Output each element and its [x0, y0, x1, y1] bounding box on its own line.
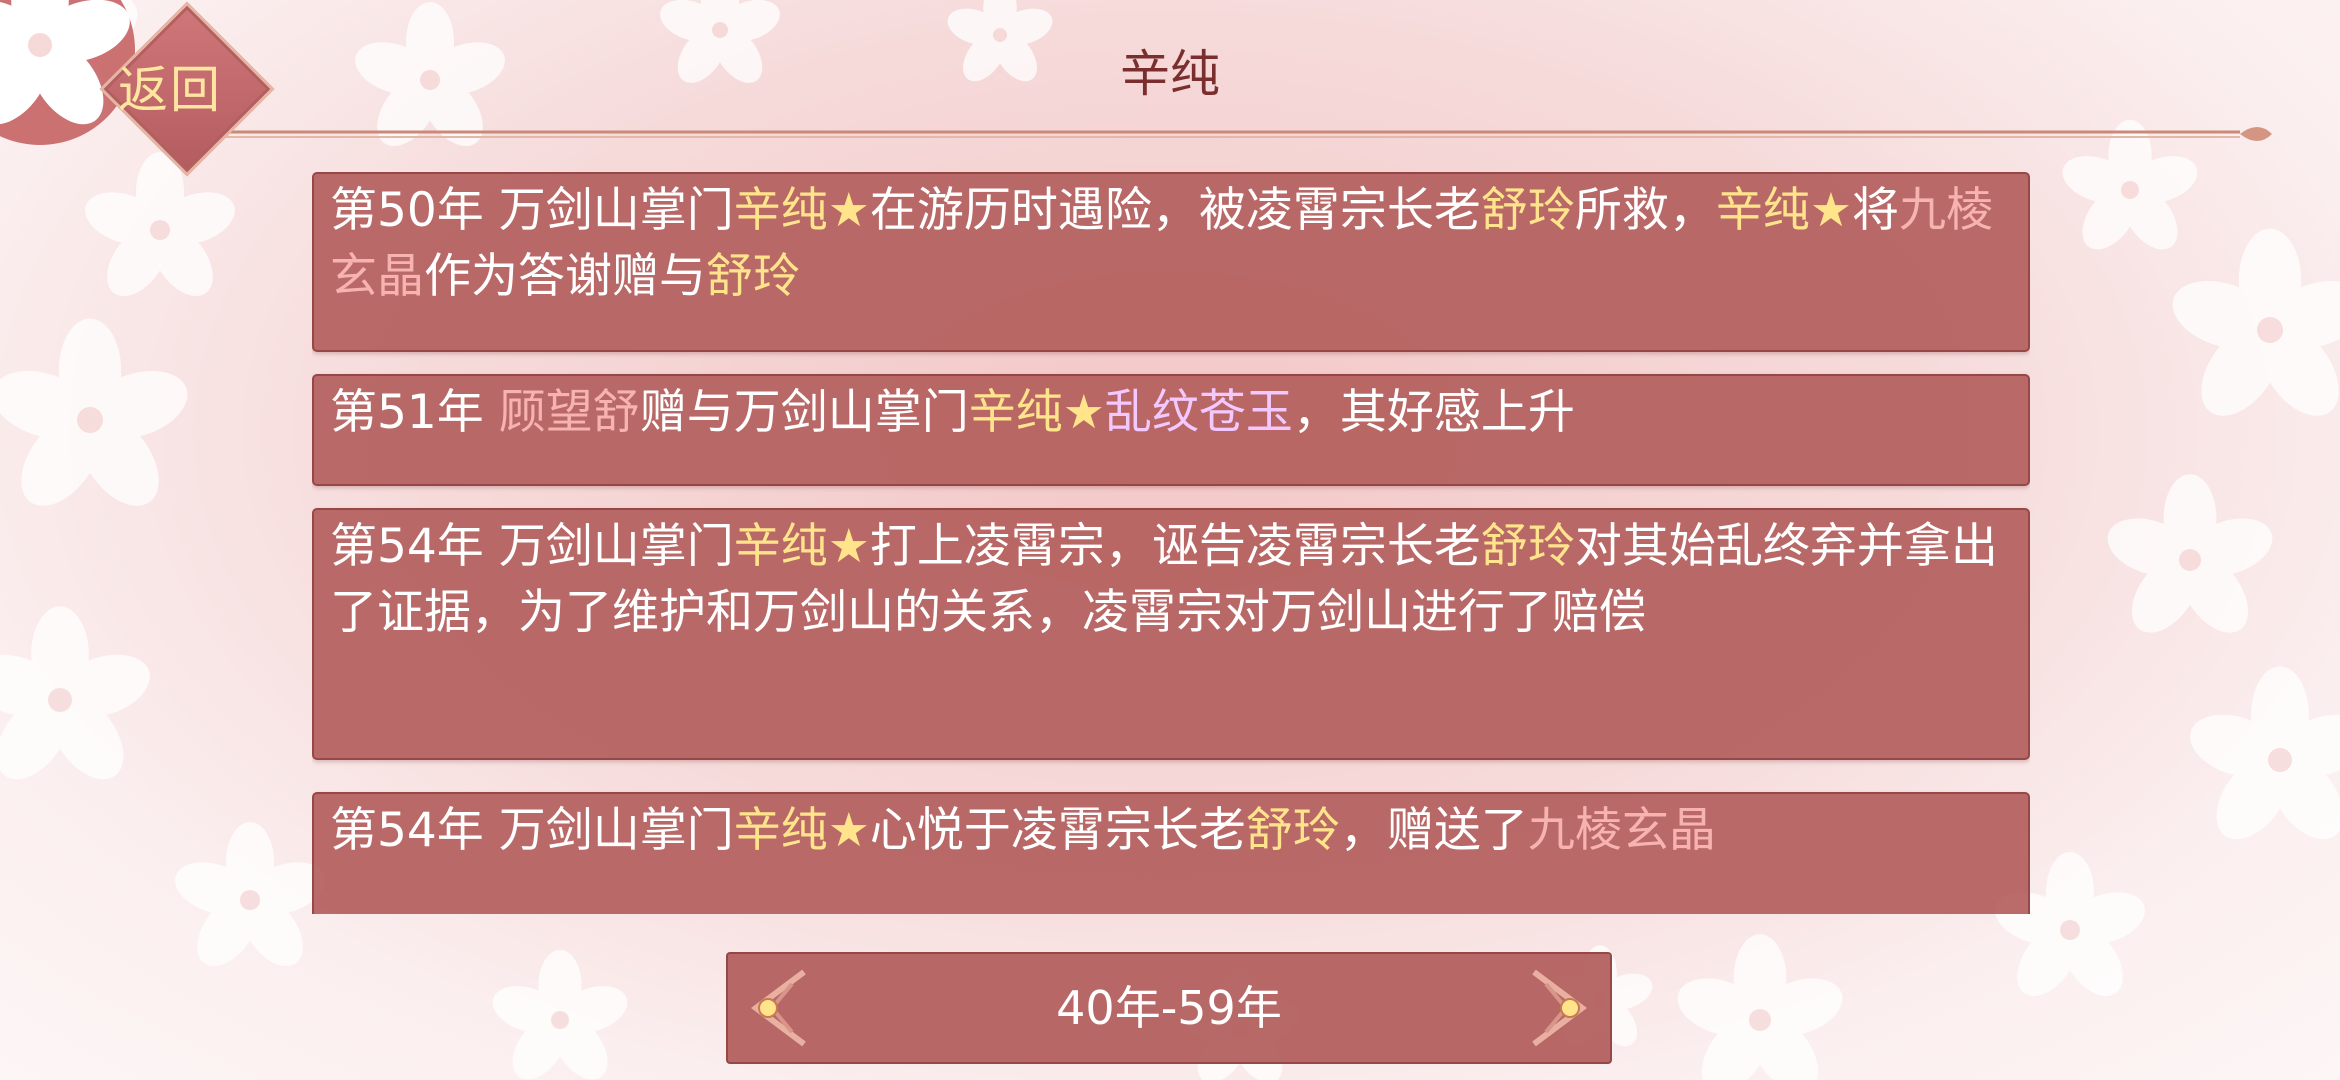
- page-title: 辛纯: [1120, 45, 1220, 103]
- highlighted-term: 顾望舒: [498, 385, 640, 440]
- event-text: 将: [1852, 183, 1900, 238]
- event-text: 作为答谢赠与: [424, 249, 706, 304]
- highlighted-term: 舒玲: [1480, 519, 1575, 574]
- highlighted-term: 九棱玄晶: [1527, 803, 1716, 858]
- highlighted-term: 辛纯★: [733, 803, 870, 858]
- highlighted-term: 乱纹苍玉: [1104, 385, 1293, 440]
- event-text: ，赠送了: [1339, 803, 1528, 858]
- event-entry: 第54年 万剑山掌门辛纯★心悦于凌霄宗长老舒玲，赠送了九棱玄晶: [312, 792, 2030, 914]
- event-text: 打上凌霄宗，诬告凌霄宗长老: [869, 519, 1481, 574]
- back-button-label: 返回: [118, 61, 222, 119]
- year-range-selector: 40年-59年: [726, 952, 1612, 1064]
- event-text: 第50年 万剑山掌门: [330, 183, 734, 238]
- event-text: 第51年: [330, 385, 499, 440]
- title-divider: [200, 127, 2272, 141]
- event-text: 所救，: [1574, 183, 1716, 238]
- highlighted-term: 辛纯★: [733, 183, 870, 238]
- event-text: 在游历时遇险，被凌霄宗长老: [869, 183, 1481, 238]
- event-entry: 第54年 万剑山掌门辛纯★打上凌霄宗，诬告凌霄宗长老舒玲对其始乱终弃并拿出了证据…: [312, 508, 2030, 760]
- event-entry: 第50年 万剑山掌门辛纯★在游历时遇险，被凌霄宗长老舒玲所救，辛纯★将九棱玄晶作…: [312, 172, 2030, 352]
- highlighted-term: 舒玲: [1245, 803, 1340, 858]
- highlighted-term: 辛纯★: [968, 385, 1105, 440]
- event-text: 第54年 万剑山掌门: [330, 803, 734, 858]
- right-ornament-arrow-icon[interactable]: [1514, 954, 1604, 1062]
- highlighted-term: 辛纯★: [1715, 183, 1853, 238]
- highlighted-term: 舒玲: [1480, 183, 1575, 238]
- event-text: ，其好感上升: [1292, 385, 1575, 440]
- event-text: 心悦于凌霄宗长老: [869, 803, 1246, 858]
- event-list[interactable]: 第50年 万剑山掌门辛纯★在游历时遇险，被凌霄宗长老舒玲所救，辛纯★将九棱玄晶作…: [312, 172, 2030, 914]
- event-text: 赠与万剑山掌门: [639, 385, 969, 440]
- event-text: 第54年 万剑山掌门: [330, 519, 734, 574]
- back-button[interactable]: 返回: [75, 1, 275, 177]
- year-range-label: 40年-59年: [1056, 981, 1282, 1035]
- event-entry: 第51年 顾望舒赠与万剑山掌门辛纯★乱纹苍玉，其好感上升: [312, 374, 2030, 486]
- highlighted-term: 舒玲: [706, 249, 800, 304]
- highlighted-term: 辛纯★: [733, 519, 870, 574]
